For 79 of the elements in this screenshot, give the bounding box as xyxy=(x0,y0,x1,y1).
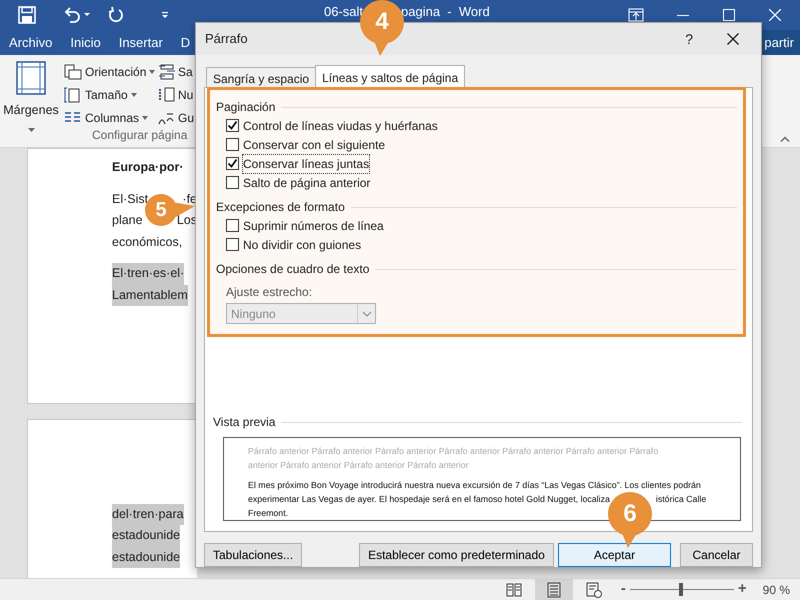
ribbon-button-label[interactable]: Márgenes xyxy=(3,101,59,120)
web-layout-icon xyxy=(584,580,603,598)
ribbon-group-label: Configurar página xyxy=(92,127,188,144)
checkbox-label[interactable]: Suprimir números de línea xyxy=(243,216,384,234)
checkbox[interactable] xyxy=(226,219,239,232)
document-text: Europa·por· xyxy=(112,159,184,176)
document-text: estadounide xyxy=(112,525,180,546)
section-title: Vista previa xyxy=(213,414,276,431)
dialog-title: Párrafo xyxy=(205,30,248,48)
window-title: 06-salt xyxy=(324,2,364,21)
field-label: Ajuste estrecho: xyxy=(226,284,314,301)
ribbon-command[interactable]: Nu xyxy=(178,86,194,104)
checkbox[interactable] xyxy=(226,238,239,251)
preview-text: Freemont. xyxy=(248,507,288,520)
dialog-tab[interactable]: Sangría y espacio xyxy=(206,67,316,87)
zoom-level[interactable]: 90 % xyxy=(762,580,790,598)
ribbon-command[interactable]: Gu xyxy=(178,108,194,126)
document-text: económicos, xyxy=(112,234,182,250)
ribbon-command[interactable]: Orientación xyxy=(85,62,146,80)
ribbon-command[interactable]: Sa xyxy=(178,62,193,80)
preview-text: Párrafo anterior Párrafo anterior Párrafo anterior Párrafo anterior Párrafo anterior Párrafo anterior Párrafo xyxy=(248,445,660,458)
checkbox[interactable] xyxy=(226,138,239,151)
zoom-in-button[interactable]: + xyxy=(738,578,747,600)
ribbon-command[interactable]: Columnas xyxy=(85,108,140,126)
section-title: Paginación xyxy=(216,99,276,116)
checkbox-label[interactable]: No dividir con guiones xyxy=(243,236,362,254)
checkbox[interactable] xyxy=(226,176,239,189)
window-title: pagina - Word xyxy=(401,2,490,21)
ribbon-tab[interactable]: D xyxy=(172,32,200,52)
dialog-button[interactable]: Cancelar xyxy=(680,543,753,567)
checkbox[interactable] xyxy=(226,119,239,132)
document-text: plane xyxy=(112,212,143,229)
ribbon-display-icon[interactable] xyxy=(628,8,644,22)
preview-text: experimentar Las Vegas de ayer. El hospedaje será en el famoso hotel Gold Nugget, localiza xyxy=(248,493,610,506)
checkbox-label[interactable]: Salto de página anterior xyxy=(243,174,370,192)
view-button[interactable] xyxy=(534,578,573,600)
section-title: Opciones de cuadro de texto xyxy=(216,261,370,278)
ribbon-tab[interactable]: Insertar xyxy=(110,32,172,52)
checkbox-label[interactable]: Control de líneas viudas y huérfanas xyxy=(243,116,438,134)
ribbon-tab[interactable]: Archivo xyxy=(0,32,62,52)
preview-text: El mes próximo Bon Voyage introducirá nuestra nueva excursión de 7 días “Las Vegas Clásico”. Los clientes podrán xyxy=(248,479,701,492)
caret-icon xyxy=(130,92,137,96)
maximize-icon[interactable] xyxy=(723,9,735,21)
zoom-out-button[interactable]: - xyxy=(620,578,626,600)
page-orientation-icon[interactable] xyxy=(64,64,82,80)
page-size-icon[interactable] xyxy=(64,86,82,102)
document-text: estadounide xyxy=(112,546,180,568)
undo-icon[interactable] xyxy=(63,6,91,24)
collapse-ribbon-icon[interactable] xyxy=(780,136,790,142)
close-icon[interactable] xyxy=(727,33,739,45)
customize-caret-icon[interactable] xyxy=(161,11,169,19)
section-title: Excepciones de formato xyxy=(216,199,345,216)
caret-icon xyxy=(28,128,34,132)
preview-text: anterior Párrafo anterior Párrafo anterior Párrafo anterior xyxy=(248,459,470,472)
document-text: del·tren·para xyxy=(112,504,184,525)
document-text: El·tren·es·el· xyxy=(112,263,184,284)
dialog-button[interactable]: Tabulaciones... xyxy=(204,543,302,567)
preview-text: istórica Calle xyxy=(656,493,706,506)
document-text: El·Sist xyxy=(112,190,148,208)
margins-icon[interactable] xyxy=(16,61,46,95)
ribbon-tab[interactable]: Inicio xyxy=(61,32,110,52)
caret-icon xyxy=(149,70,156,74)
print-layout-icon xyxy=(544,580,563,598)
caret-icon xyxy=(142,116,148,120)
redo-icon[interactable] xyxy=(108,6,124,24)
document-text: Lamentablem xyxy=(112,284,188,306)
save-icon[interactable] xyxy=(18,6,36,24)
dialog-tab[interactable]: Líneas y saltos de página xyxy=(315,65,466,87)
checkbox-label[interactable]: Conservar con el siguiente xyxy=(243,136,386,154)
checkbox-label[interactable]: Conservar líneas juntas xyxy=(243,154,370,172)
dialog-button[interactable]: Establecer como predeterminado xyxy=(359,543,554,567)
line-numbers-icon[interactable] xyxy=(158,86,176,102)
dialog-button[interactable]: Aceptar xyxy=(558,543,671,567)
ribbon-command[interactable]: Tamaño xyxy=(85,86,128,104)
checkbox[interactable] xyxy=(226,157,239,170)
help-button[interactable]: ? xyxy=(685,28,693,50)
page-break-icon[interactable] xyxy=(158,64,176,80)
zoom-slider-thumb[interactable] xyxy=(678,583,683,596)
read-mode-icon xyxy=(504,580,523,598)
